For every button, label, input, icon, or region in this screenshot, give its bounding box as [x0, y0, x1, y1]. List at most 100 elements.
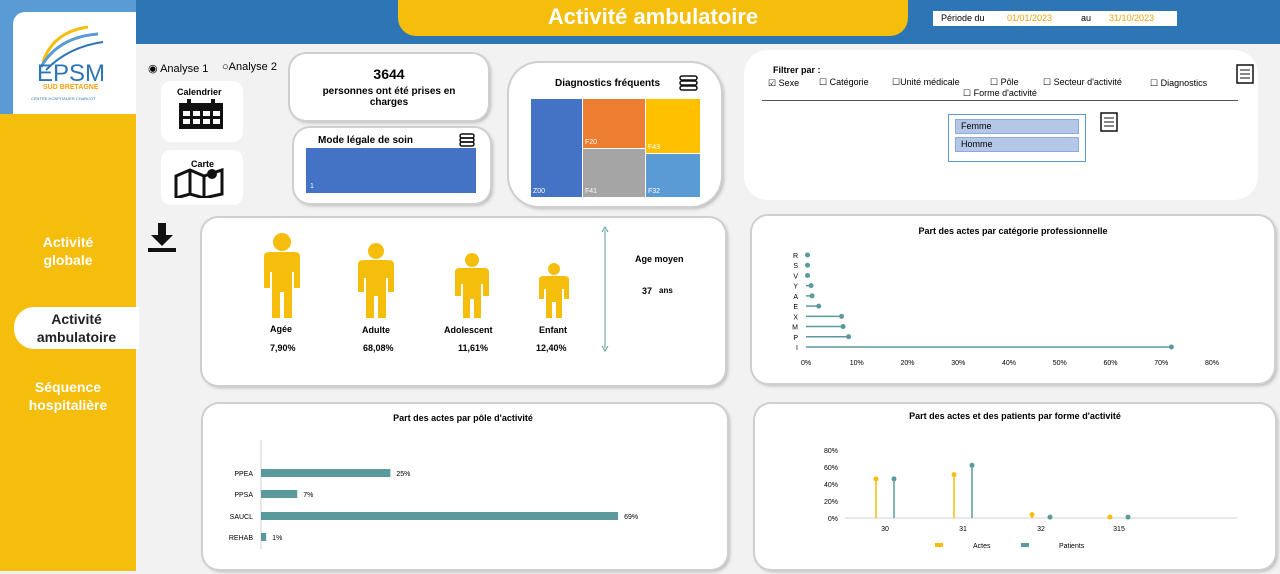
age-group-label: Adulte — [362, 325, 390, 335]
data-point — [846, 334, 852, 340]
filter-option-label: Unité médicale — [900, 77, 960, 87]
filter-option-diagnostics[interactable]: ☐ Diagnostics — [1150, 78, 1207, 89]
tick-label: 60% — [1103, 360, 1117, 367]
treemap-tile[interactable]: Z00 — [531, 99, 582, 197]
legal-mode-title: Mode légale de soin — [318, 135, 414, 146]
tile-label: F41 — [585, 188, 598, 195]
data-point — [1125, 514, 1131, 520]
kpi-card: 3644 personnes ont été prises en charges — [290, 54, 488, 120]
age-group-value: 7,90% — [270, 343, 296, 353]
data-point — [1029, 512, 1035, 518]
bar — [261, 490, 298, 498]
radio-label: Analyse 1 — [160, 63, 209, 75]
filter-option-forme[interactable]: ☐ Forme d'activité — [963, 88, 1037, 99]
tick-label: 0% — [801, 360, 811, 367]
bar — [261, 469, 391, 477]
data-point — [951, 472, 957, 478]
filter-option-sexe[interactable]: ☑ Sexe — [768, 78, 799, 89]
age-card: Agée 7,90% Adulte 68,08% Adolescent 11,6… — [202, 218, 725, 385]
tick-label: P — [793, 335, 798, 342]
filter-list-icon[interactable] — [1236, 64, 1254, 84]
checkbox-icon: ☐ — [990, 77, 999, 87]
checkbox-icon: ☐ — [819, 77, 828, 87]
analysis-radio-2[interactable]: ○Analyse 2 — [222, 61, 277, 73]
radio-selected-icon: ◉ — [148, 63, 158, 75]
treemap-tile[interactable]: F43 — [646, 99, 700, 153]
legal-mode-bar-label: 1 — [310, 183, 314, 190]
logo-sub: SUD BRETAGNE — [43, 84, 99, 91]
age-figures — [264, 233, 569, 318]
filter-divider — [762, 100, 1238, 101]
tick-label: 10% — [850, 360, 864, 367]
period-selector: Période du 01/01/2023 au 31/10/2023 — [933, 11, 1177, 26]
chart-title: Part des actes et des patients par forme… — [909, 411, 1121, 421]
filter-card: Filtrer par : ☑ Sexe ☐ Catégorie ☐Unité … — [744, 50, 1258, 200]
filter-option-pole[interactable]: ☐ Pôle — [990, 77, 1019, 88]
sidebar-item-sequence-hospitaliere[interactable]: Séquence hospitalière — [18, 378, 118, 414]
period-from[interactable]: 01/01/2023 — [1007, 11, 1052, 26]
period-to[interactable]: 31/10/2023 — [1109, 11, 1154, 26]
tile-label: F43 — [648, 144, 661, 151]
analysis-radio-1[interactable]: ◉ Analyse 1 — [148, 62, 208, 75]
checkbox-icon: ☐ — [892, 77, 901, 87]
chart-title: Part des actes par pôle d'activité — [393, 413, 533, 423]
checkbox-icon: ☐ — [1043, 77, 1052, 87]
download-icon[interactable] — [146, 221, 178, 253]
tick-label: 32 — [1037, 526, 1045, 533]
age-group-value: 12,40% — [536, 343, 567, 353]
tick-label: 20% — [900, 360, 914, 367]
data-point — [891, 476, 897, 482]
calendar-button[interactable]: Calendrier — [161, 81, 243, 142]
map-button[interactable]: Carte — [161, 150, 243, 205]
filter-option-unite-medicale[interactable]: ☐Unité médicale — [892, 77, 960, 88]
tick-label: 20% — [824, 499, 838, 506]
tick-label: 31 — [959, 526, 967, 533]
checkbox-icon: ☐ — [963, 88, 972, 98]
tick-label: 0% — [828, 516, 838, 523]
age-mean-label: Age moyen — [635, 254, 684, 264]
checkbox-icon: ☐ — [1150, 78, 1159, 88]
radio-label: Analyse 2 — [228, 61, 277, 73]
stack-icon[interactable] — [677, 73, 701, 91]
treemap-tile[interactable]: F20 — [583, 99, 645, 148]
checkbox-checked-icon: ☑ — [768, 78, 777, 88]
tick-label: 40% — [824, 482, 838, 489]
person-icon-agee — [264, 233, 300, 318]
filter-values-icon[interactable] — [1100, 112, 1118, 132]
calendar-icon — [179, 99, 223, 129]
tile-label: Z00 — [533, 188, 546, 195]
person-icon-adulte — [358, 243, 394, 318]
sidebar-item-activite-ambulatoire[interactable]: Activité ambulatoire — [14, 307, 139, 349]
calendar-label: Calendrier — [177, 87, 222, 97]
data-point — [805, 252, 811, 258]
filter-option-label: Catégorie — [829, 77, 869, 87]
diagnostics-title: Diagnostics fréquents — [555, 78, 661, 89]
legend-swatch — [935, 543, 943, 547]
person-icon-enfant — [539, 263, 569, 318]
treemap-tile[interactable]: F41 — [583, 149, 645, 197]
stack-icon[interactable] — [457, 131, 477, 147]
data-point — [805, 262, 811, 268]
tick-label: 40% — [1002, 360, 1016, 367]
filter-option-categorie[interactable]: ☐ Catégorie — [819, 77, 869, 88]
logo-tagline: CENTRE HOSPITALIER CHARCOT — [31, 96, 96, 101]
filter-value-homme[interactable]: Homme — [955, 137, 1079, 152]
filter-value-femme[interactable]: Femme — [955, 119, 1079, 134]
sidebar-item-activite-globale[interactable]: Activité globale — [28, 233, 108, 269]
chart-pole: Part des actes par pôle d'activité PPEA 2… — [229, 413, 638, 549]
chart-card-forme: Part des actes et des patients par forme… — [755, 404, 1275, 569]
tick-label: 80% — [1205, 360, 1219, 367]
tick-label: 30 — [881, 526, 889, 533]
chart-title: Part des actes par catégorie professionn… — [918, 226, 1107, 236]
filter-option-secteur[interactable]: ☐ Secteur d'activité — [1043, 77, 1122, 88]
legal-mode-card: Mode légale de soin 1 — [294, 128, 490, 203]
map-icon — [174, 167, 224, 198]
legend-label: Patients — [1059, 543, 1085, 550]
data-label: 1% — [272, 535, 282, 542]
age-mean-value: 37 — [642, 286, 653, 296]
diagnostics-card: Diagnostics fréquents Z00 F20 F43 F41 F3… — [509, 63, 721, 206]
treemap-tile[interactable]: F32 — [646, 154, 700, 197]
data-label: 69% — [624, 514, 638, 521]
data-point — [805, 272, 811, 278]
data-point — [873, 476, 879, 482]
